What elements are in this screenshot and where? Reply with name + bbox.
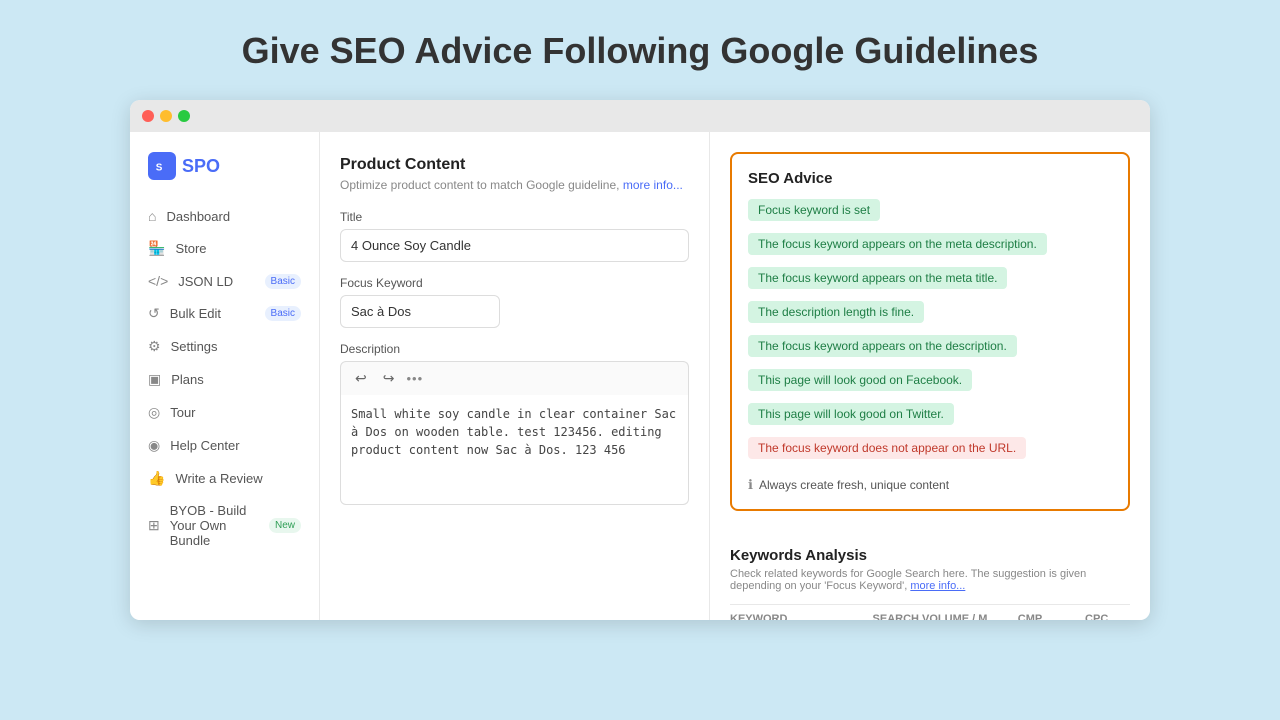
sidebar-item-dashboard[interactable]: ⌂ Dashboard (130, 200, 319, 232)
keywords-subtitle: Check related keywords for Google Search… (730, 568, 1130, 592)
advice-text-7: The focus keyword does not appear on the… (748, 437, 1026, 459)
browser-titlebar (130, 100, 1150, 132)
logo-icon: S (148, 152, 176, 180)
advice-item-4: The focus keyword appears on the descrip… (748, 335, 1112, 363)
undo-button[interactable]: ↩ (351, 368, 371, 389)
jsonld-icon: </> (148, 273, 168, 289)
sidebar-item-write-review[interactable]: 👍 Write a Review (130, 462, 319, 495)
advice-text-5: This page will look good on Facebook. (748, 369, 972, 391)
traffic-light-red[interactable] (142, 110, 154, 122)
col-volume: SEARCH VOLUME / M (863, 613, 996, 620)
byob-icon: ⊞ (148, 517, 160, 534)
seo-advice-title: SEO Advice (748, 170, 1112, 187)
settings-icon: ⚙ (148, 338, 161, 355)
advice-text-4: The focus keyword appears on the descrip… (748, 335, 1017, 357)
bulk-edit-badge: Basic (265, 306, 301, 321)
sidebar-item-tour[interactable]: ◎ Tour (130, 396, 319, 429)
sidebar-item-label: Bulk Edit (170, 306, 221, 321)
sidebar-item-label: Store (175, 241, 206, 256)
advice-text-6: This page will look good on Twitter. (748, 403, 954, 425)
bulk-edit-icon: ↺ (148, 305, 160, 322)
svg-text:S: S (156, 163, 163, 174)
advice-text-0: Focus keyword is set (748, 199, 880, 221)
product-panel-more-info-link[interactable]: more info... (623, 178, 683, 192)
sidebar-item-label: BYOB - Build Your Own Bundle (170, 503, 259, 548)
advice-text-1: The focus keyword appears on the meta de… (748, 233, 1047, 255)
advice-item-1: The focus keyword appears on the meta de… (748, 233, 1112, 261)
help-icon: ◉ (148, 437, 160, 454)
sidebar-item-label: Help Center (170, 438, 239, 453)
keywords-table-header: KEYWORD SEARCH VOLUME / M CMP CPC (730, 604, 1130, 620)
dashboard-icon: ⌂ (148, 208, 156, 224)
sidebar-item-help-center[interactable]: ◉ Help Center (130, 429, 319, 462)
focus-keyword-input[interactable] (340, 295, 500, 328)
sidebar-item-plans[interactable]: ▣ Plans (130, 363, 319, 396)
keywords-title: Keywords Analysis (730, 547, 1130, 564)
info-row: ℹ Always create fresh, unique content (748, 477, 1112, 493)
sidebar-item-settings[interactable]: ⚙ Settings (130, 330, 319, 363)
advice-item-7: The focus keyword does not appear on the… (748, 437, 1112, 465)
product-panel-subtitle: Optimize product content to match Google… (340, 178, 689, 192)
title-input[interactable] (340, 229, 689, 262)
keywords-more-info-link[interactable]: more info... (910, 580, 965, 592)
store-icon: 🏪 (148, 240, 165, 257)
advice-list: Focus keyword is set The focus keyword a… (748, 199, 1112, 471)
sidebar-item-label: Write a Review (175, 471, 262, 486)
seo-panel-inner: SEO Advice Focus keyword is set The focu… (710, 132, 1150, 547)
sidebar-item-label: JSON LD (178, 274, 233, 289)
keywords-analysis-box: Keywords Analysis Check related keywords… (710, 547, 1150, 620)
col-cpc: CPC (1063, 613, 1130, 620)
json-ld-badge: Basic (265, 274, 301, 289)
col-keyword: KEYWORD (730, 613, 863, 620)
traffic-light-green[interactable] (178, 110, 190, 122)
title-field-label: Title (340, 210, 689, 224)
advice-text-3: The description length is fine. (748, 301, 924, 323)
traffic-light-yellow[interactable] (160, 110, 172, 122)
sidebar-item-label: Settings (171, 339, 218, 354)
description-textarea[interactable]: Small white soy candle in clear containe… (340, 395, 689, 505)
plans-icon: ▣ (148, 371, 161, 388)
sidebar-item-label: Tour (170, 405, 195, 420)
browser-window: S SPO ⌂ Dashboard 🏪 Store </> JSON LD Ba… (130, 100, 1150, 620)
sidebar-logo: S SPO (130, 152, 319, 200)
sidebar-item-label: Plans (171, 372, 204, 387)
info-icon: ℹ (748, 477, 753, 493)
description-label: Description (340, 342, 689, 356)
advice-item-0: Focus keyword is set (748, 199, 1112, 227)
review-icon: 👍 (148, 470, 165, 487)
toolbar-more: ••• (406, 371, 423, 386)
page-main-title: Give SEO Advice Following Google Guideli… (242, 30, 1039, 72)
col-cmp: CMP (997, 613, 1064, 620)
product-panel-title: Product Content (340, 156, 689, 174)
sidebar-item-byob[interactable]: ⊞ BYOB - Build Your Own Bundle New (130, 495, 319, 556)
browser-body: S SPO ⌂ Dashboard 🏪 Store </> JSON LD Ba… (130, 132, 1150, 620)
logo-text: SPO (182, 156, 220, 177)
product-panel: Product Content Optimize product content… (320, 132, 710, 620)
redo-button[interactable]: ↪ (379, 368, 399, 389)
description-toolbar: ↩ ↪ ••• (340, 361, 689, 395)
info-text: Always create fresh, unique content (759, 478, 949, 492)
sidebar-item-label: Dashboard (166, 209, 230, 224)
advice-item-6: This page will look good on Twitter. (748, 403, 1112, 431)
tour-icon: ◎ (148, 404, 160, 421)
byob-badge: New (269, 518, 301, 533)
advice-item-5: This page will look good on Facebook. (748, 369, 1112, 397)
seo-advice-box: SEO Advice Focus keyword is set The focu… (730, 152, 1130, 511)
sidebar-item-store[interactable]: 🏪 Store (130, 232, 319, 265)
sidebar: S SPO ⌂ Dashboard 🏪 Store </> JSON LD Ba… (130, 132, 320, 620)
seo-panel: SEO Advice Focus keyword is set The focu… (710, 132, 1150, 620)
sidebar-item-bulk-edit[interactable]: ↺ Bulk Edit Basic (130, 297, 319, 330)
advice-item-2: The focus keyword appears on the meta ti… (748, 267, 1112, 295)
advice-item-3: The description length is fine. (748, 301, 1112, 329)
main-content: Product Content Optimize product content… (320, 132, 1150, 620)
focus-keyword-label: Focus Keyword (340, 276, 689, 290)
advice-text-2: The focus keyword appears on the meta ti… (748, 267, 1007, 289)
sidebar-item-json-ld[interactable]: </> JSON LD Basic (130, 265, 319, 297)
